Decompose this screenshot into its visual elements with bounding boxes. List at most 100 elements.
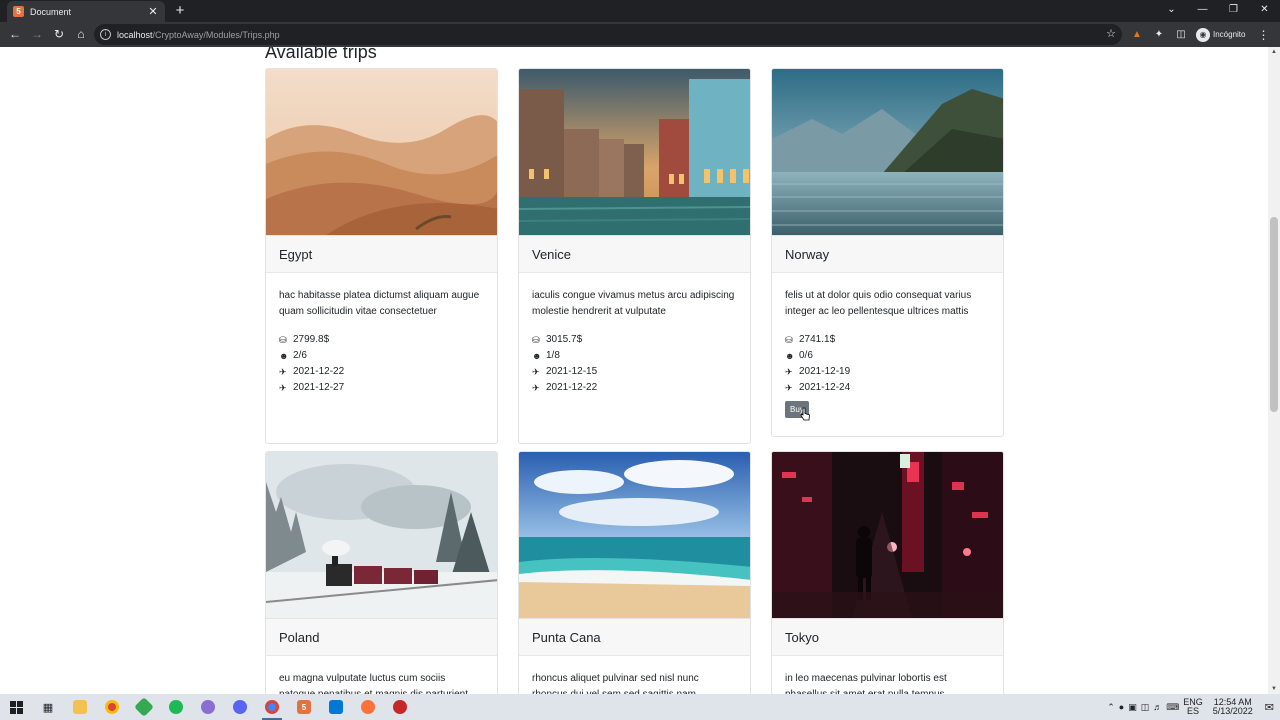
window-controls: ⌄ — ❐ ✕ [1156, 0, 1280, 22]
trip-card-venice: Venice iaculis congue vivamus metus arcu… [518, 68, 751, 444]
hand-cursor-icon [800, 407, 810, 421]
page-title: Available trips [265, 47, 377, 62]
scroll-thumb[interactable] [1270, 217, 1278, 412]
trip-body: hac habitasse platea dictumst aliquam au… [266, 273, 497, 443]
trip-description: eu magna vulputate luctus cum sociis nat… [279, 673, 468, 694]
home-icon[interactable]: ⌂ [70, 22, 92, 47]
windows-start-icon[interactable] [0, 694, 32, 720]
trip-description: iaculis congue vivamus metus arcu adipis… [532, 290, 735, 317]
trip-name: Norway [772, 235, 1003, 273]
trip-image-egypt [266, 69, 497, 235]
spotify-icon[interactable] [160, 694, 192, 720]
new-tab-button[interactable]: + [172, 2, 188, 20]
trip-card-punta-cana: Punta Cana rhoncus aliquet pulvinar sed … [518, 451, 751, 694]
bug-app-icon[interactable] [192, 694, 224, 720]
app-red-icon[interactable] [384, 694, 416, 720]
restore-button[interactable]: ❐ [1218, 0, 1249, 22]
page-viewport: Available trips Egypt hac habitasse plat… [0, 47, 1268, 694]
html-favicon-icon: 5 [13, 6, 24, 17]
trip-image-venice [519, 69, 750, 235]
users-icon: ☻ [532, 351, 542, 361]
html-editor-icon[interactable]: 5 [288, 694, 320, 720]
coins-icon: ⛁ [279, 335, 287, 345]
trip-card-egypt: Egypt hac habitasse platea dictumst aliq… [265, 68, 498, 444]
browser-tab-bar: 5 Document ✕ + ⌄ — ❐ ✕ [0, 0, 1280, 22]
incognito-profile[interactable]: ◉ Incógnito [1196, 27, 1246, 42]
system-tray: ⌃ ● ▣ ◫ ♬ ⌨ ENG ES 12:54 AM 5/13/2022 ✉ [1107, 694, 1280, 720]
close-window-button[interactable]: ✕ [1249, 0, 1280, 22]
task-view-icon[interactable]: ▦ [32, 694, 64, 720]
trip-price: ⛁ 2741.1$ [785, 332, 990, 348]
trip-name: Venice [519, 235, 750, 273]
trip-arrival: ✈ 2021-12-22 [532, 380, 737, 396]
volume-icon[interactable]: ♬ [1153, 702, 1162, 712]
tab-search-icon[interactable]: ⌄ [1156, 0, 1187, 22]
tray-expand-icon[interactable]: ⌃ [1107, 702, 1115, 713]
coins-icon: ⛁ [785, 335, 793, 345]
trip-card-norway: Norway felis ut at dolor quis odio conse… [771, 68, 1004, 437]
trip-image-tokyo [772, 452, 1003, 618]
trip-arrival: ✈ 2021-12-27 [279, 380, 484, 396]
chrome-icon[interactable] [96, 694, 128, 720]
bookmark-star-icon[interactable]: ☆ [1106, 27, 1116, 40]
display-icon[interactable]: ▣ [1128, 702, 1137, 713]
trip-seats: ☻ 0/6 [785, 348, 990, 364]
side-panel-icon[interactable]: ◫ [1172, 29, 1190, 40]
url-text: localhost/CryptoAway/Modules/Trips.php [117, 29, 280, 40]
discord-app-icon[interactable] [224, 694, 256, 720]
notifications-icon[interactable]: ✉ [1265, 701, 1274, 714]
vscode-icon[interactable] [320, 694, 352, 720]
plane-departure-icon: ✈ [532, 367, 540, 377]
network-icon[interactable]: ◫ [1141, 702, 1150, 713]
incognito-label: Incógnito [1213, 30, 1246, 39]
trip-image-norway [772, 69, 1003, 235]
page-scrollbar[interactable]: ▲ ▼ [1268, 47, 1280, 694]
clock[interactable]: 12:54 AM 5/13/2022 [1213, 698, 1253, 716]
users-icon: ☻ [785, 351, 795, 361]
browser-menu-icon[interactable]: ⋮ [1255, 28, 1271, 42]
trip-card-tokyo: Tokyo in leo maecenas pulvinar lobortis … [771, 451, 1004, 694]
metamask-fox-icon[interactable]: ▲ [1128, 29, 1146, 40]
scroll-down-arrow-icon[interactable]: ▼ [1268, 686, 1280, 692]
trip-departure: ✈ 2021-12-22 [279, 364, 484, 380]
trip-departure: ✈ 2021-12-15 [532, 364, 737, 380]
scroll-up-arrow-icon[interactable]: ▲ [1268, 49, 1280, 55]
trip-image-poland [266, 452, 497, 618]
site-info-icon[interactable]: i [100, 29, 111, 40]
extensions-puzzle-icon[interactable]: ✦ [1150, 29, 1168, 40]
trip-description: in leo maecenas pulvinar lobortis est ph… [785, 673, 947, 694]
coins-icon: ⛁ [532, 335, 540, 345]
trip-description: hac habitasse platea dictumst aliquam au… [279, 290, 480, 317]
close-tab-icon[interactable]: ✕ [147, 6, 159, 18]
file-explorer-icon[interactable] [64, 694, 96, 720]
trip-description: felis ut at dolor quis odio consequat va… [785, 290, 972, 317]
trip-name: Tokyo [772, 618, 1003, 656]
back-arrow-icon[interactable]: ← [4, 22, 26, 47]
plane-departure-icon: ✈ [279, 367, 287, 377]
trip-departure: ✈ 2021-12-19 [785, 364, 990, 380]
keyboard-icon[interactable]: ⌨ [1166, 702, 1179, 713]
tab-title: Document [30, 6, 72, 17]
trip-arrival: ✈ 2021-12-24 [785, 380, 990, 396]
browser-tab[interactable]: 5 Document ✕ [7, 1, 165, 22]
minimize-button[interactable]: — [1187, 0, 1218, 22]
address-bar[interactable]: i localhost/CryptoAway/Modules/Trips.php… [94, 24, 1122, 45]
plane-arrival-icon: ✈ [785, 383, 793, 393]
language-indicator[interactable]: ENG ES [1183, 698, 1203, 716]
incognito-icon: ◉ [1196, 27, 1210, 42]
users-icon: ☻ [279, 351, 289, 361]
firefox-icon[interactable] [352, 694, 384, 720]
reload-icon[interactable]: ↻ [48, 22, 70, 47]
trip-body: iaculis congue vivamus metus arcu adipis… [519, 273, 750, 443]
browser-toolbar: ← → ↻ ⌂ i localhost/CryptoAway/Modules/T… [0, 22, 1280, 47]
trip-image-punta-cana [519, 452, 750, 618]
plane-departure-icon: ✈ [785, 367, 793, 377]
forward-arrow-icon[interactable]: → [26, 22, 48, 47]
microphone-icon[interactable]: ● [1119, 702, 1124, 712]
trip-seats: ☻ 2/6 [279, 348, 484, 364]
google-drive-icon[interactable] [128, 694, 160, 720]
chrome-active-icon[interactable] [256, 694, 288, 720]
trip-price: ⛁ 2799.8$ [279, 332, 484, 348]
trip-name: Egypt [266, 235, 497, 273]
trip-name: Poland [266, 618, 497, 656]
